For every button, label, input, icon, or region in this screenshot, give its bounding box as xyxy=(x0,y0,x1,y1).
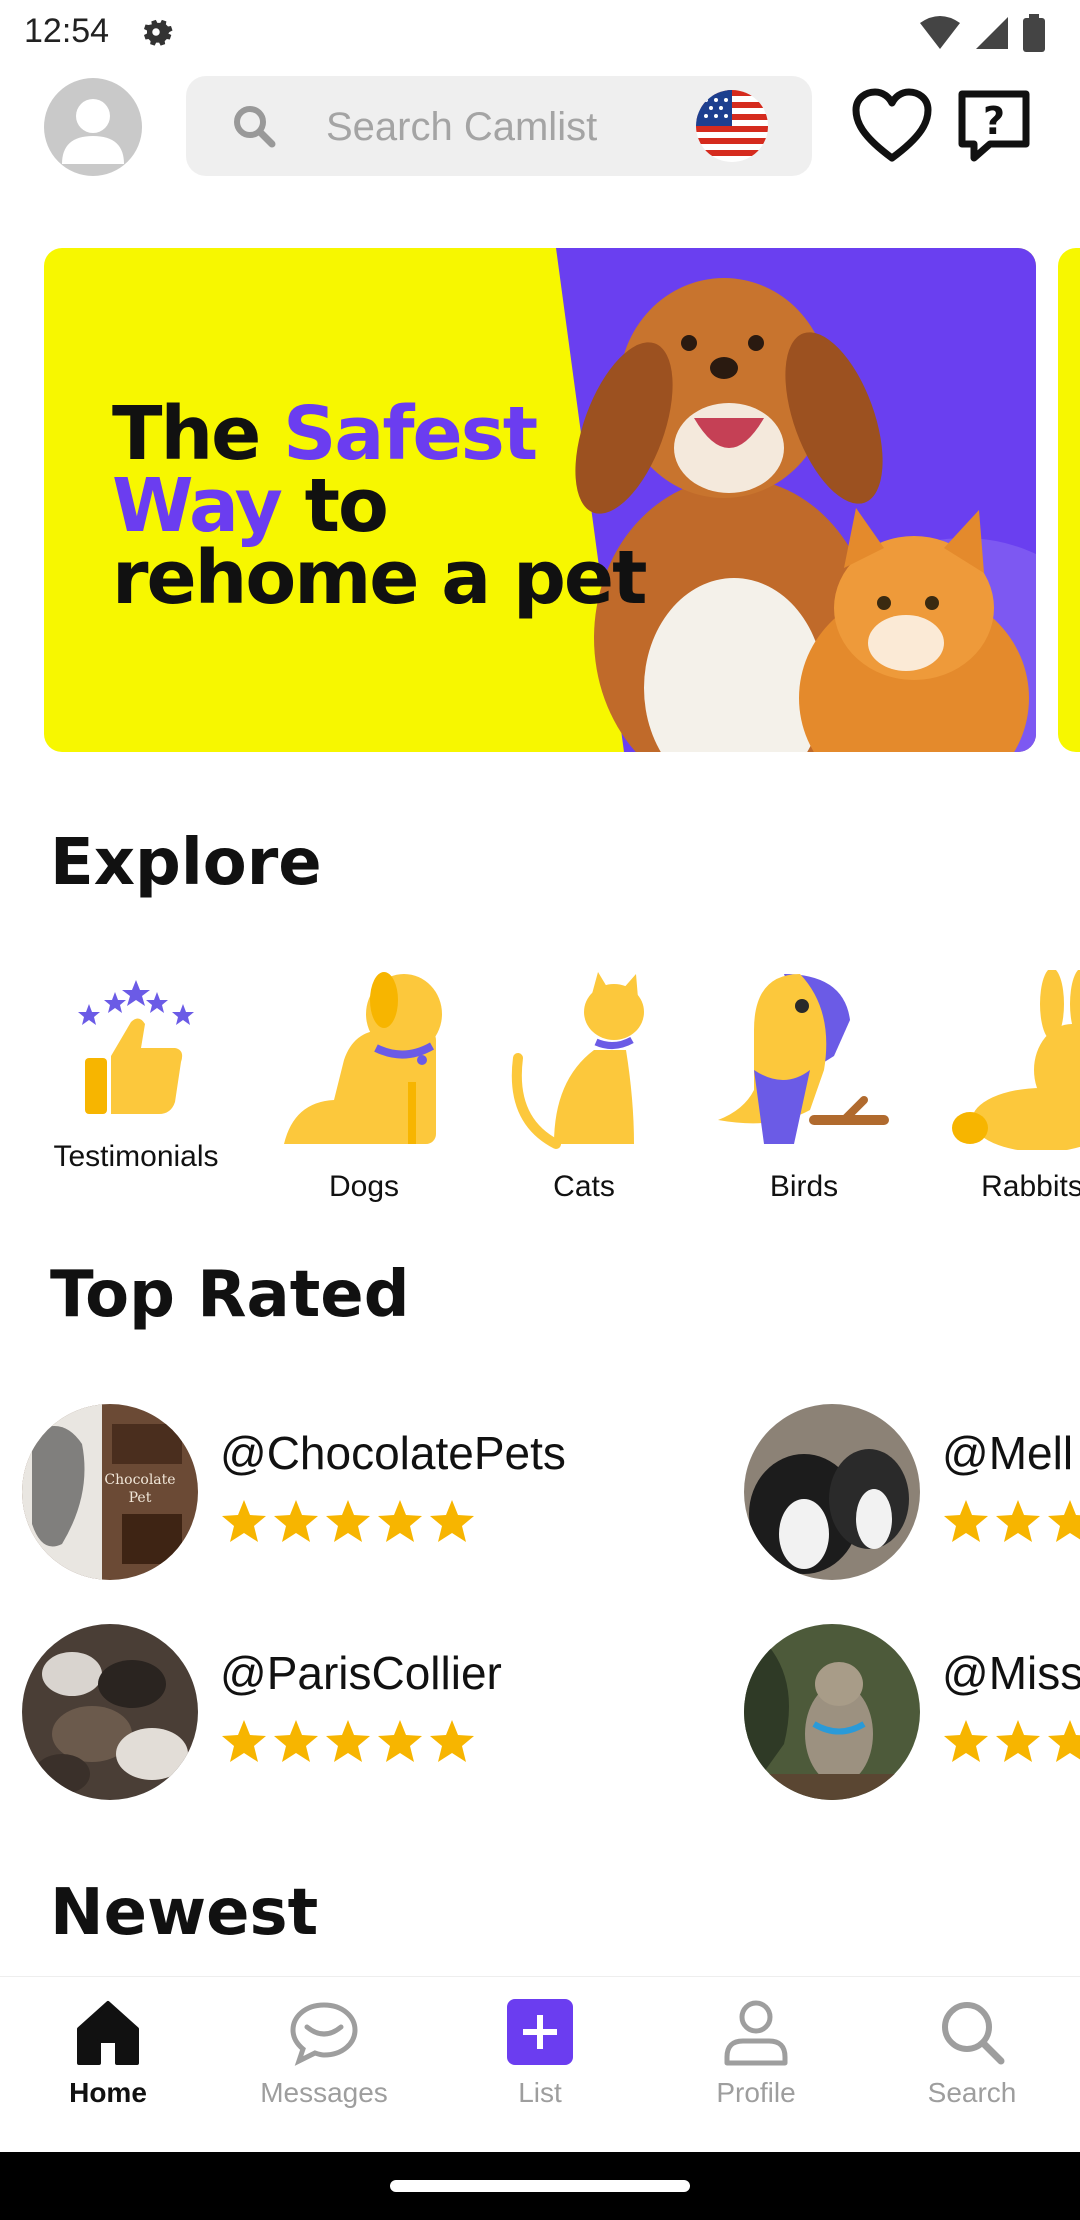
seller-photo: Chocolate Pet xyxy=(22,1404,198,1580)
search-bar[interactable] xyxy=(186,76,812,176)
star-icon xyxy=(944,1500,988,1542)
svg-text:?: ? xyxy=(983,99,1005,143)
status-bar: 12:54 xyxy=(0,0,1080,66)
bird-icon xyxy=(718,974,889,1144)
top-rated-seller[interactable]: Chocolate Pet @ChocolatePets xyxy=(22,1404,566,1584)
user-placeholder-icon xyxy=(62,99,124,164)
nav-home[interactable]: Home xyxy=(0,1997,216,2109)
svg-text:Chocolate: Chocolate xyxy=(104,1472,175,1488)
battery-icon xyxy=(1023,14,1045,52)
home-gesture-handle[interactable] xyxy=(390,2180,690,2192)
seller-photo xyxy=(744,1624,920,1800)
category-rabbits[interactable]: Rabbits xyxy=(932,970,1080,1204)
top-rated-seller[interactable]: @Miss xyxy=(744,1624,1080,1804)
svg-text:Pet: Pet xyxy=(129,1490,152,1506)
banner-line3: rehome a pet xyxy=(112,535,647,621)
star-icon xyxy=(326,1500,370,1542)
category-label: Dogs xyxy=(328,1170,400,1203)
category-label: Rabbits xyxy=(981,1170,1080,1203)
top-rated-title: Top Rated xyxy=(50,1258,410,1332)
newest-title: Newest xyxy=(50,1876,319,1950)
top-rated-seller[interactable]: @ParisCollier xyxy=(22,1624,562,1804)
nav-profile[interactable]: Profile xyxy=(648,1997,864,2109)
bottom-nav: Home Messages List Profile Search xyxy=(0,1976,1080,2153)
star-icon xyxy=(222,1500,266,1542)
seller-handle: @ChocolatePets xyxy=(220,1427,566,1479)
star-rating xyxy=(220,1498,476,1544)
search-icon xyxy=(234,106,276,148)
star-icon xyxy=(1048,1720,1080,1762)
nav-label: Search xyxy=(927,2077,1017,2108)
profile-icon xyxy=(724,2000,788,2066)
add-listing-icon xyxy=(507,1999,573,2065)
star-icon xyxy=(996,1500,1040,1542)
cat-icon xyxy=(511,972,644,1149)
category-label: Cats xyxy=(553,1170,615,1203)
nav-label: Messages xyxy=(260,2077,388,2108)
promo-banner[interactable]: The Safest Way to rehome a pet xyxy=(44,248,1036,752)
search-input[interactable] xyxy=(324,98,658,156)
heart-icon[interactable] xyxy=(852,88,932,164)
avatar[interactable] xyxy=(44,78,142,176)
messages-icon xyxy=(290,2002,358,2066)
star-icon xyxy=(996,1720,1040,1762)
star-icon xyxy=(378,1500,422,1542)
help-chat-icon[interactable]: ? xyxy=(956,88,1032,164)
star-icon xyxy=(274,1720,318,1762)
header: ? xyxy=(0,76,1080,176)
us-flag-icon[interactable] xyxy=(696,90,768,162)
nav-label: Home xyxy=(69,2077,147,2108)
category-dogs[interactable]: Dogs xyxy=(264,970,464,1204)
banner-headline: The Safest Way to rehome a pet xyxy=(112,397,647,621)
star-icon xyxy=(1048,1500,1080,1542)
thumbs-up-icon xyxy=(78,980,194,1114)
seller-handle: @Miss xyxy=(942,1647,1080,1699)
star-icon xyxy=(378,1720,422,1762)
top-rated-seller[interactable]: @Mell xyxy=(744,1404,1080,1584)
star-icon xyxy=(326,1720,370,1762)
category-testimonials[interactable]: Testimonials xyxy=(36,970,236,1174)
status-time: 12:54 xyxy=(24,12,110,50)
star-icon xyxy=(944,1720,988,1762)
star-rating xyxy=(942,1498,1080,1544)
home-icon xyxy=(77,2001,139,2065)
star-icon xyxy=(430,1720,474,1762)
category-label: Birds xyxy=(769,1170,839,1203)
seller-photo xyxy=(744,1404,920,1580)
star-rating xyxy=(220,1718,476,1764)
seller-handle: @Mell xyxy=(942,1427,1074,1479)
nav-messages[interactable]: Messages xyxy=(216,1997,432,2109)
nav-label: List xyxy=(518,2077,562,2108)
star-icon xyxy=(222,1720,266,1762)
explore-title: Explore xyxy=(50,826,322,900)
cell-signal-icon xyxy=(976,17,1008,49)
search-icon xyxy=(942,2002,1005,2065)
seller-handle: @ParisCollier xyxy=(220,1647,502,1699)
settings-gear-icon xyxy=(144,19,173,46)
rabbit-icon xyxy=(952,970,1080,1150)
category-cats[interactable]: Cats xyxy=(484,970,684,1204)
dog-icon xyxy=(284,972,442,1144)
wifi-icon xyxy=(920,16,960,49)
status-icons xyxy=(918,14,1046,52)
star-rating xyxy=(942,1718,1080,1764)
star-icon xyxy=(274,1500,318,1542)
category-label: Testimonials xyxy=(53,1140,219,1173)
gesture-nav-bar xyxy=(0,2152,1080,2220)
nav-search[interactable]: Search xyxy=(864,1997,1080,2109)
nav-list[interactable]: List xyxy=(432,1997,648,2109)
seller-photo xyxy=(22,1624,198,1800)
star-icon xyxy=(430,1500,474,1542)
next-banner-peek[interactable] xyxy=(1058,248,1080,752)
nav-label: Profile xyxy=(716,2077,796,2108)
category-birds[interactable]: Birds xyxy=(704,970,904,1204)
